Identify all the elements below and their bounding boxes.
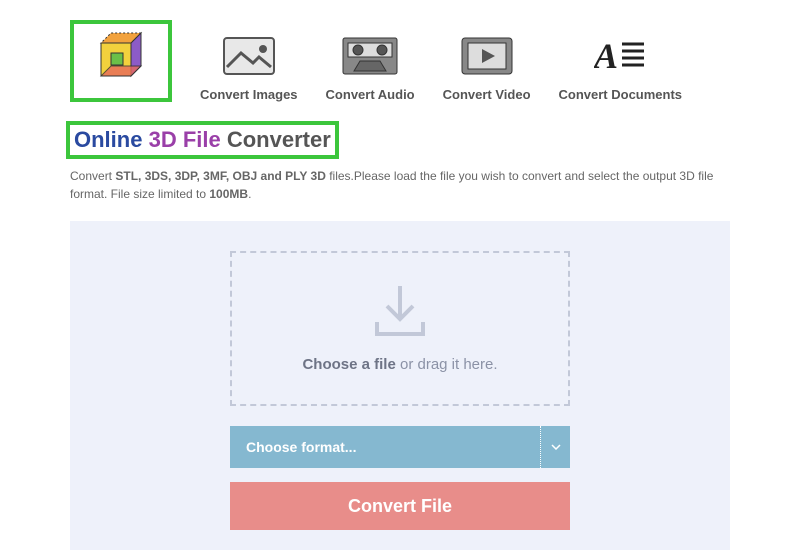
top-nav: Convert Images Convert Audio Convert Vid… [0,0,800,117]
nav-label: Convert Video [443,87,531,102]
title-part-online: Online [74,127,142,152]
document-icon: A [590,35,650,77]
svg-text:A: A [594,38,618,74]
chevron-down-icon [540,426,570,468]
logo-highlight [70,20,172,102]
nav-convert-audio[interactable]: Convert Audio [326,35,415,102]
nav-convert-images[interactable]: Convert Images [200,35,298,102]
logo-3d-cube-icon[interactable] [77,27,165,95]
page-title: Online 3D File Converter [74,127,331,153]
cassette-icon [340,35,400,77]
upload-panel: Choose a file or drag it here. Choose fo… [70,221,730,550]
nav-convert-video[interactable]: Convert Video [443,35,531,102]
file-dropzone[interactable]: Choose a file or drag it here. [230,251,570,406]
title-part-3dfile: 3D File [149,127,221,152]
video-icon [457,35,517,77]
download-icon [371,284,429,338]
nav-label: Convert Audio [326,87,415,102]
description: Convert STL, 3DS, 3DP, 3MF, OBJ and PLY … [0,167,800,203]
dropzone-text: Choose a file or drag it here. [302,356,497,373]
nav-convert-documents[interactable]: A Convert Documents [559,35,683,102]
format-select-label: Choose format... [230,439,356,455]
page-title-highlight: Online 3D File Converter [66,121,339,159]
format-select[interactable]: Choose format... [230,426,570,468]
title-part-converter: Converter [227,127,331,152]
nav-label: Convert Documents [559,87,683,102]
image-icon [219,35,279,77]
convert-button[interactable]: Convert File [230,482,570,530]
nav-label: Convert Images [200,87,298,102]
